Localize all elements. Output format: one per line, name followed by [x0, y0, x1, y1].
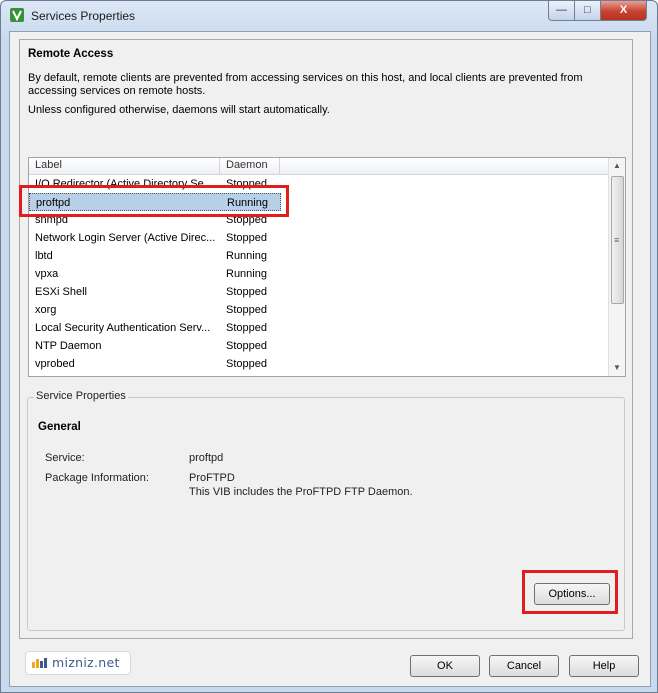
minimize-button[interactable]: — [548, 1, 575, 21]
service-label: xorg [35, 304, 57, 316]
list-row[interactable]: NTP Daemon Stopped [29, 337, 281, 355]
service-label: NTP Daemon [35, 340, 102, 352]
list-row[interactable]: lbtd Running [29, 247, 281, 265]
maximize-button[interactable]: □ [574, 1, 601, 21]
daemon-status: Stopped [226, 232, 267, 244]
list-row[interactable]: ESXi Shell Stopped [29, 283, 281, 301]
daemon-status: Stopped [226, 286, 267, 298]
package-info-label: Package Information: [45, 472, 149, 484]
column-header-daemon[interactable]: Daemon [220, 158, 280, 174]
list-row[interactable]: Local Security Authentication Serv... Sto… [29, 319, 281, 337]
mizniz-logo-text: mizniz.net [52, 655, 120, 670]
general-heading: General [38, 421, 81, 433]
list-row[interactable]: vpxa Running [29, 265, 281, 283]
options-highlight-box [522, 570, 618, 614]
service-properties-legend: Service Properties [34, 390, 128, 402]
services-properties-window: Services Properties — □ X Remote Access … [0, 0, 658, 693]
service-label: ESXi Shell [35, 286, 87, 298]
service-label: Network Login Server (Active Direc... [35, 232, 215, 244]
mizniz-logo-icon [32, 658, 47, 668]
list-header: Label Daemon [29, 158, 609, 175]
proftpd-highlight-box [19, 185, 289, 217]
title-bar[interactable]: Services Properties — □ X [1, 1, 657, 31]
vsphere-app-icon [10, 8, 24, 22]
mizniz-logo: mizniz.net [25, 651, 131, 675]
daemon-status: Stopped [226, 358, 267, 370]
list-row[interactable]: xorg Stopped [29, 301, 281, 319]
service-label: lbtd [35, 250, 53, 262]
service-field-label: Service: [45, 452, 85, 464]
package-info-name: ProFTPD [189, 472, 235, 484]
cancel-button[interactable]: Cancel [489, 655, 559, 677]
close-button[interactable]: X [600, 1, 647, 21]
remote-access-heading: Remote Access [28, 48, 114, 60]
daemon-status: Stopped [226, 322, 267, 334]
daemon-status: Stopped [226, 304, 267, 316]
service-label: vpxa [35, 268, 59, 280]
service-label: vprobed [35, 358, 75, 370]
dialog-client-area: Remote Access By default, remote clients… [9, 31, 651, 687]
scrollbar-thumb[interactable]: ≡ [611, 176, 624, 304]
scroll-down-icon[interactable]: ▼ [609, 360, 625, 376]
scroll-grip-icon: ≡ [614, 235, 620, 245]
window-title: Services Properties [31, 9, 136, 23]
daemon-autostart-note: Unless configured otherwise, daemons wil… [28, 104, 330, 116]
scroll-up-icon[interactable]: ▲ [609, 158, 625, 174]
service-field-value: proftpd [189, 452, 224, 464]
remote-access-panel: Remote Access By default, remote clients… [19, 39, 633, 639]
remote-access-description: By default, remote clients are prevented… [28, 72, 583, 97]
daemon-status: Running [226, 250, 267, 262]
package-info-description: This VIB includes the ProFTPD FTP Daemon… [189, 486, 413, 498]
column-header-label[interactable]: Label [29, 158, 220, 174]
service-label: Local Security Authentication Serv... [35, 322, 211, 334]
list-scrollbar[interactable]: ▲ ≡ ▼ [608, 158, 625, 376]
daemon-status: Stopped [226, 340, 267, 352]
daemon-status: Running [226, 268, 267, 280]
ok-button[interactable]: OK [410, 655, 480, 677]
list-row[interactable]: vprobed Stopped [29, 355, 281, 373]
list-row[interactable]: Network Login Server (Active Direc... Sto… [29, 229, 281, 247]
help-button[interactable]: Help [569, 655, 639, 677]
